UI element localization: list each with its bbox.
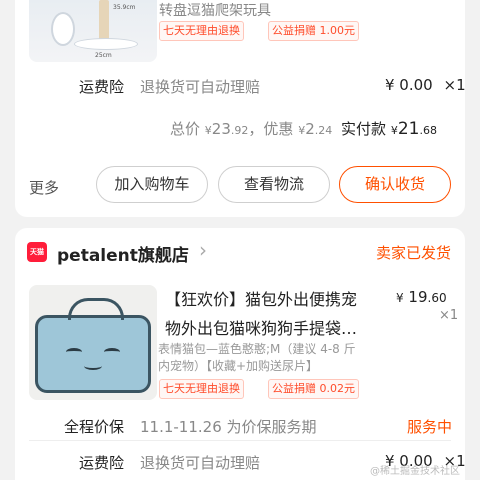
pet-bag-shape [35, 298, 151, 393]
bag-handle-shape [68, 298, 124, 320]
shipping-insurance-label: 运费险 [79, 78, 125, 96]
shipping-insurance-desc: 退换货可自动理赔 [140, 78, 261, 96]
total-currency: ¥ [204, 124, 212, 137]
shipping-insurance-label: 运费险 [79, 454, 125, 472]
tmall-icon: 天猫 [27, 242, 47, 262]
price-protect-desc: 11.1-11.26 为价保服务期 [140, 418, 317, 436]
product-quantity: ×1 [439, 308, 459, 323]
total-int: 23 [211, 120, 231, 138]
price-currency: ¥ [396, 291, 404, 305]
return-policy-badge: 七天无理由退换 [159, 21, 244, 41]
product-title-line2[interactable]: 物外出包猫咪狗狗手提袋… [165, 315, 357, 339]
more-link[interactable]: 更多 [29, 177, 59, 198]
price-dec: .60 [427, 291, 447, 305]
add-to-cart-button[interactable]: 加入购物车 [96, 166, 208, 203]
price-protect-label: 全程价保 [64, 418, 125, 436]
bag-eye-left [66, 348, 82, 356]
order-status: 卖家已发货 [376, 244, 452, 262]
bag-mouth [84, 362, 102, 370]
total-dec: .92 [230, 124, 249, 137]
order-card-1: 35.9cm 25cm 转盘逗猫爬架玩具 七天无理由退换 公益捐赠 1.00元 … [15, 0, 465, 217]
toy-base-shape [74, 38, 138, 50]
charity-badge: 公益捐赠 0.02元 [268, 379, 359, 399]
chevron-right-icon[interactable]: › [199, 238, 207, 262]
discount-int: 2 [305, 120, 315, 138]
sku-line2: 内宠物）【收藏+加购送尿片】 [158, 359, 319, 373]
dimension-label-height: 35.9cm [113, 4, 136, 11]
discount-dec: .24 [314, 124, 333, 137]
shipping-insurance-price: ¥ 0.00 ×1 [385, 76, 465, 94]
paid-dec: .68 [419, 124, 437, 137]
total-label: 总价 [170, 120, 201, 138]
discount-label: ，优惠 [248, 120, 294, 138]
product-image-pet-bag[interactable] [29, 285, 157, 400]
order-summary: 总价 ¥23.92，优惠 ¥2.24 实付款 ¥21.68 [170, 118, 437, 139]
order-card-2: 天猫 petalent旗舰店 › 卖家已发货 【狂欢价】猫包外出便携宠 物外出包… [15, 228, 465, 480]
scratch-post-shape [99, 0, 109, 40]
product-subtitle[interactable]: 转盘逗猫爬架玩具 [159, 0, 271, 20]
toy-ring-shape [51, 12, 75, 46]
paid-currency: ¥ [390, 124, 398, 137]
price-int: 19 [408, 288, 428, 306]
shop-name[interactable]: petalent旗舰店 [57, 241, 189, 266]
product-title-line1[interactable]: 【狂欢价】猫包外出便携宠 [165, 286, 357, 310]
watermark: @稀土掘金技术社区 [370, 466, 460, 477]
paid-int: 21 [397, 119, 420, 139]
section-divider [29, 440, 451, 441]
product-price: ¥ 19.60 [396, 288, 447, 306]
sku-line1: 表情猫包—蓝色憨憨;M（建议 4-8 斤 [158, 342, 356, 356]
paid-label: 实付款 [341, 120, 387, 138]
return-policy-badge: 七天无理由退换 [159, 379, 244, 399]
bag-eye-right [104, 348, 120, 356]
insurance-quantity: ×1 [443, 76, 466, 94]
insurance-price-value: ¥ 0.00 [385, 76, 433, 94]
confirm-receipt-button[interactable]: 确认收货 [339, 166, 451, 203]
shipping-insurance-desc: 退换货可自动理赔 [140, 454, 261, 472]
product-image-cat-tree[interactable]: 35.9cm 25cm [29, 0, 157, 62]
price-protect-status[interactable]: 服务中 [407, 416, 452, 437]
view-logistics-button[interactable]: 查看物流 [218, 166, 330, 203]
charity-badge: 公益捐赠 1.00元 [268, 21, 359, 41]
dimension-label-width: 25cm [95, 52, 112, 59]
